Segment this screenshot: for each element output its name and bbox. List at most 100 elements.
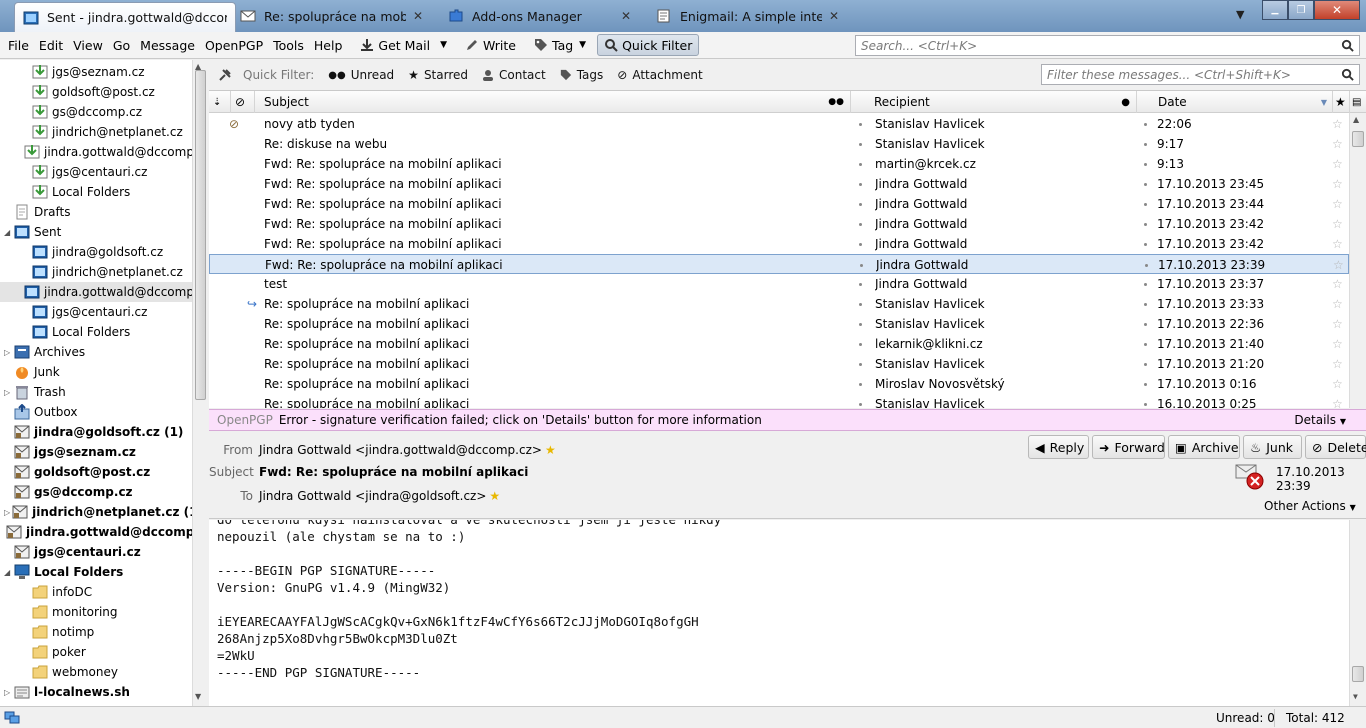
filter-starred-button[interactable]: ★ Starred	[408, 68, 468, 82]
get-mail-button[interactable]: Get Mail ▼	[353, 34, 454, 56]
other-actions-button[interactable]: Other Actions ▼	[1264, 499, 1356, 513]
thread-column-toggle[interactable]: ⇣	[209, 91, 231, 113]
junk-status-dot[interactable]	[1144, 323, 1147, 326]
menu-help[interactable]: Help	[309, 38, 348, 53]
junk-status-dot[interactable]	[1144, 403, 1147, 406]
twisty-closed-icon[interactable]: ▷	[4, 508, 10, 517]
message-row[interactable]: Re: spolupráce na mobilní aplikaci lekarn…	[209, 334, 1349, 354]
star-icon[interactable]: ☆	[1333, 255, 1344, 275]
junk-status-dot[interactable]	[1144, 383, 1147, 386]
folder-item[interactable]: jindra@goldsoft.cz	[0, 242, 192, 262]
folder-item[interactable]: jindrich@netplanet.cz	[0, 262, 192, 282]
subject-column-header[interactable]: Subject ●●	[255, 91, 851, 113]
tab-close-icon[interactable]: ✕	[620, 9, 632, 23]
menu-edit[interactable]: Edit	[34, 38, 68, 53]
filter-tags-button[interactable]: Tags	[560, 68, 603, 82]
star-icon[interactable]: ★	[489, 489, 500, 503]
star-icon[interactable]: ☆	[1332, 334, 1343, 354]
tab-close-icon[interactable]: ✕	[412, 9, 424, 23]
global-search-input[interactable]: Search... <Ctrl+K>	[855, 35, 1360, 56]
column-picker-icon[interactable]: ▤	[1350, 91, 1366, 113]
read-status-dot[interactable]	[859, 163, 862, 166]
read-status-dot[interactable]	[859, 283, 862, 286]
message-row[interactable]: Fwd: Re: spolupráce na mobilní aplikaci J…	[209, 194, 1349, 214]
folder-item[interactable]: Local Folders	[0, 182, 192, 202]
twisty-open-icon[interactable]: ◢	[4, 228, 12, 237]
message-row[interactable]: Fwd: Re: spolupráce na mobilní aplikaci m…	[209, 154, 1349, 174]
menu-file[interactable]: File	[3, 38, 34, 53]
folder-item[interactable]: Outbox	[0, 402, 192, 422]
star-icon[interactable]: ★	[545, 443, 556, 457]
folder-item[interactable]: goldsoft@post.cz	[0, 462, 192, 482]
message-row[interactable]: Re: diskuse na webu Stanislav Havlicek 9:1…	[209, 134, 1349, 154]
folder-item[interactable]: monitoring	[0, 602, 192, 622]
attachment-column-header[interactable]: ⊘	[231, 91, 255, 113]
from-value[interactable]: Jindra Gottwald <jindra.gottwald@dccomp.…	[259, 443, 556, 457]
message-row[interactable]: Fwd: Re: spolupráce na mobilní aplikaci J…	[209, 174, 1349, 194]
message-row[interactable]: test Jindra Gottwald 17.10.2013 23:37 ☆	[209, 274, 1349, 294]
folder-item[interactable]: ▷ Archives	[0, 342, 192, 362]
pin-icon[interactable]	[217, 67, 233, 83]
message-body[interactable]: do telefonu kdysi nainstaloval a ve skut…	[209, 520, 1366, 706]
filter-contact-button[interactable]: Contact	[482, 68, 546, 82]
archive-button[interactable]: ▣ Archive	[1168, 435, 1240, 459]
star-icon[interactable]: ☆	[1332, 294, 1343, 314]
maximize-button[interactable]: ❐	[1288, 0, 1314, 20]
read-status-dot[interactable]	[860, 264, 863, 267]
twisty-closed-icon[interactable]: ▷	[4, 388, 12, 397]
folder-item[interactable]: ◢ Local Folders	[0, 562, 192, 582]
tab-close-icon[interactable]: ✕	[828, 9, 840, 23]
folder-item[interactable]: jgs@seznam.cz	[0, 442, 192, 462]
online-status-icon[interactable]	[4, 711, 20, 725]
tab-addons-manager[interactable]: Add-ons Manager ✕	[440, 2, 640, 30]
menu-tools[interactable]: Tools	[268, 38, 309, 53]
delete-button[interactable]: ⊘ Delete	[1305, 435, 1366, 459]
junk-button[interactable]: ♨ Junk	[1243, 435, 1302, 459]
junk-status-dot[interactable]	[1144, 163, 1147, 166]
junk-status-dot[interactable]	[1144, 363, 1147, 366]
menu-openpgp[interactable]: OpenPGP	[200, 38, 268, 53]
star-icon[interactable]: ☆	[1332, 274, 1343, 294]
forward-button[interactable]: ➜ Forward	[1092, 435, 1165, 459]
junk-status-dot[interactable]	[1144, 303, 1147, 306]
folder-item[interactable]: jindra.gottwald@dccomp.cz	[0, 142, 207, 162]
message-row[interactable]: Fwd: Re: spolupráce na mobilní aplikaci J…	[209, 254, 1349, 274]
junk-status-dot[interactable]	[1144, 243, 1147, 246]
star-icon[interactable]: ☆	[1332, 114, 1343, 134]
twisty-closed-icon[interactable]: ▷	[4, 688, 12, 697]
filter-attachment-button[interactable]: ⊘ Attachment	[617, 68, 702, 82]
junk-status-dot[interactable]	[1144, 343, 1147, 346]
message-row[interactable]: Re: spolupráce na mobilní aplikaci Stanis…	[209, 314, 1349, 334]
filter-messages-input[interactable]: Filter these messages... <Ctrl+Shift+K>	[1041, 64, 1360, 85]
folder-item[interactable]: gs@dccomp.cz	[0, 102, 192, 122]
folder-item[interactable]: jindrich@netplanet.cz	[0, 122, 192, 142]
tab-sent-folder[interactable]: Sent - jindra.gottwald@dccomp.cz	[14, 2, 236, 32]
message-row[interactable]: ⊘ novy atb tyden Stanislav Havlicek 22:06 ☆	[209, 114, 1349, 134]
read-status-dot[interactable]	[859, 303, 862, 306]
read-status-dot[interactable]	[859, 383, 862, 386]
message-row[interactable]: Re: spolupráce na mobilní aplikaci Stanis…	[209, 394, 1349, 408]
read-status-dot[interactable]	[859, 143, 862, 146]
folder-item[interactable]: gs@dccomp.cz	[0, 482, 192, 502]
folder-item[interactable]: infoDC	[0, 582, 192, 602]
chevron-down-icon[interactable]: ▼	[440, 40, 447, 50]
read-status-dot[interactable]	[859, 363, 862, 366]
read-status-dot[interactable]	[859, 403, 862, 406]
menu-view[interactable]: View	[68, 38, 108, 53]
read-status-dot[interactable]	[859, 323, 862, 326]
message-body-scrollbar[interactable]: ▼	[1349, 520, 1366, 706]
folder-item[interactable]: jindra.gottwald@dccomp.cz	[0, 522, 207, 542]
quick-filter-button[interactable]: Quick Filter	[597, 34, 700, 56]
folder-item[interactable]: ◢ Sent	[0, 222, 192, 242]
folder-item[interactable]: jgs@seznam.cz	[0, 62, 192, 82]
message-row[interactable]: Fwd: Re: spolupráce na mobilní aplikaci J…	[209, 214, 1349, 234]
signature-error-icon[interactable]	[1234, 462, 1264, 490]
star-icon[interactable]: ☆	[1332, 214, 1343, 234]
twisty-open-icon[interactable]: ◢	[4, 568, 12, 577]
star-icon[interactable]: ☆	[1332, 374, 1343, 394]
filter-unread-button[interactable]: ●● Unread	[328, 68, 394, 82]
message-row[interactable]: Fwd: Re: spolupráce na mobilní aplikaci J…	[209, 234, 1349, 254]
folder-item[interactable]: jgs@centauri.cz	[0, 162, 192, 182]
read-status-dot[interactable]	[859, 243, 862, 246]
star-icon[interactable]: ☆	[1332, 354, 1343, 374]
